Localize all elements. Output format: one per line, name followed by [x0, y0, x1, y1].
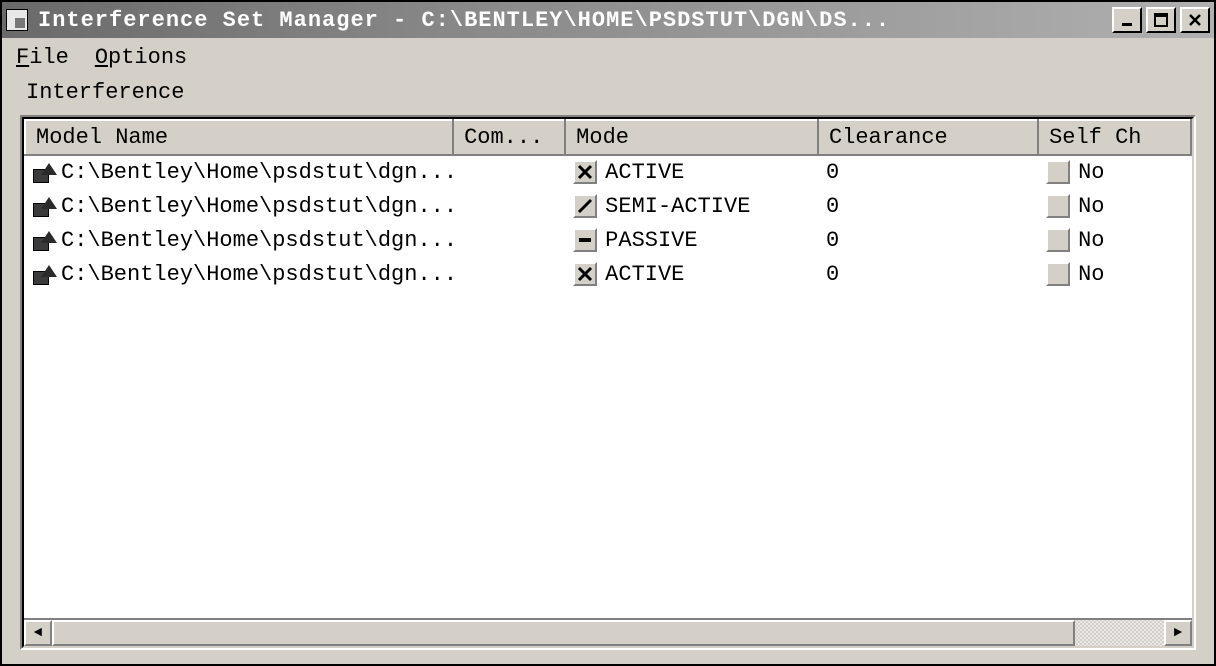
col-header-com[interactable]: Com...	[453, 120, 565, 155]
close-button[interactable]	[1180, 7, 1210, 33]
model-name-text: C:\Bentley\Home\psdstut\dgn...	[61, 262, 453, 287]
cell-model: C:\Bentley\Home\psdstut\dgn...	[25, 189, 453, 223]
cell-mode: SEMI-ACTIVE	[565, 189, 818, 223]
minimize-button[interactable]	[1112, 7, 1142, 33]
table-header-row: Model Name Com... Mode Clearance Self Ch	[25, 120, 1191, 155]
cell-com	[453, 257, 565, 291]
cell-mode: ACTIVE	[565, 155, 818, 189]
interference-table: Model Name Com... Mode Clearance Self Ch…	[24, 119, 1192, 291]
mode-text: SEMI-ACTIVE	[605, 194, 750, 219]
cell-com	[453, 155, 565, 189]
model-name-text: C:\Bentley\Home\psdstut\dgn...	[61, 160, 453, 185]
col-header-mode[interactable]: Mode	[565, 120, 818, 155]
menu-options[interactable]: Options	[95, 45, 187, 70]
cell-mode: PASSIVE	[565, 223, 818, 257]
col-header-model[interactable]: Model Name	[25, 120, 453, 155]
horizontal-scrollbar[interactable]: ◄ ►	[24, 618, 1192, 646]
self-check-text: No	[1078, 262, 1104, 287]
cell-mode: ACTIVE	[565, 257, 818, 291]
cell-self: No	[1038, 223, 1191, 257]
mode-icon[interactable]	[573, 262, 597, 286]
model-icon	[33, 263, 55, 285]
list-frame: Model Name Com... Mode Clearance Self Ch…	[20, 115, 1196, 650]
table-row[interactable]: C:\Bentley\Home\psdstut\dgn... ACTIVE 0 No	[25, 257, 1191, 291]
cell-model: C:\Bentley\Home\psdstut\dgn...	[25, 257, 453, 291]
mode-text: ACTIVE	[605, 262, 684, 287]
section-label: Interference	[2, 76, 1214, 109]
self-check-text: No	[1078, 160, 1104, 185]
cell-clearance: 0	[818, 223, 1038, 257]
titlebar: Interference Set Manager - C:\BENTLEY\HO…	[2, 2, 1214, 38]
cell-model: C:\Bentley\Home\psdstut\dgn...	[25, 223, 453, 257]
model-icon	[33, 161, 55, 183]
menu-file[interactable]: File	[16, 45, 69, 70]
mode-icon[interactable]	[573, 194, 597, 218]
self-check-toggle[interactable]	[1046, 160, 1070, 184]
cell-self: No	[1038, 155, 1191, 189]
app-icon	[6, 9, 28, 31]
scroll-right-arrow[interactable]: ►	[1164, 620, 1192, 646]
self-check-toggle[interactable]	[1046, 228, 1070, 252]
window-title: Interference Set Manager - C:\BENTLEY\HO…	[38, 8, 1112, 33]
model-icon	[33, 229, 55, 251]
model-name-text: C:\Bentley\Home\psdstut\dgn...	[61, 194, 453, 219]
col-header-clearance[interactable]: Clearance	[818, 120, 1038, 155]
cell-clearance: 0	[818, 257, 1038, 291]
cell-self: No	[1038, 257, 1191, 291]
model-icon	[33, 195, 55, 217]
list-inner: Model Name Com... Mode Clearance Self Ch…	[22, 117, 1194, 648]
maximize-button[interactable]	[1146, 7, 1176, 33]
menubar: File Options	[2, 38, 1214, 76]
app-window: Interference Set Manager - C:\BENTLEY\HO…	[0, 0, 1216, 666]
col-header-self[interactable]: Self Ch	[1038, 120, 1191, 155]
scroll-thumb[interactable]	[52, 620, 1075, 646]
cell-com	[453, 189, 565, 223]
self-check-toggle[interactable]	[1046, 194, 1070, 218]
self-check-toggle[interactable]	[1046, 262, 1070, 286]
table-row[interactable]: C:\Bentley\Home\psdstut\dgn... SEMI-ACTIV…	[25, 189, 1191, 223]
mode-icon[interactable]	[573, 228, 597, 252]
cell-clearance: 0	[818, 189, 1038, 223]
self-check-text: No	[1078, 194, 1104, 219]
model-name-text: C:\Bentley\Home\psdstut\dgn...	[61, 228, 453, 253]
list-empty-area	[24, 291, 1192, 618]
cell-model: C:\Bentley\Home\psdstut\dgn...	[25, 155, 453, 189]
scroll-track[interactable]	[52, 620, 1164, 646]
mode-text: ACTIVE	[605, 160, 684, 185]
window-buttons	[1112, 7, 1210, 33]
table-row[interactable]: C:\Bentley\Home\psdstut\dgn... PASSIVE 0 No	[25, 223, 1191, 257]
table-row[interactable]: C:\Bentley\Home\psdstut\dgn... ACTIVE 0 No	[25, 155, 1191, 189]
cell-clearance: 0	[818, 155, 1038, 189]
cell-com	[453, 223, 565, 257]
mode-icon[interactable]	[573, 160, 597, 184]
scroll-left-arrow[interactable]: ◄	[24, 620, 52, 646]
self-check-text: No	[1078, 228, 1104, 253]
cell-self: No	[1038, 189, 1191, 223]
mode-text: PASSIVE	[605, 228, 697, 253]
